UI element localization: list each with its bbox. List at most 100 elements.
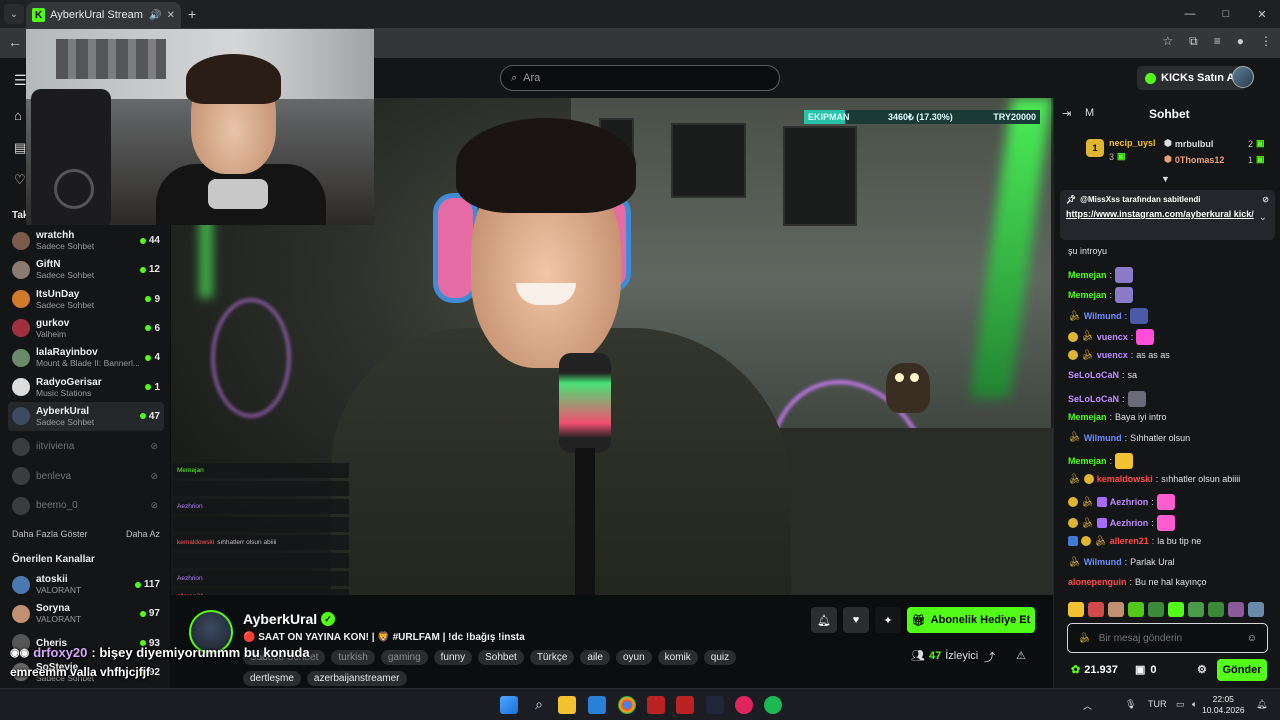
sidebar-channel[interactable]: GiftN Sadece Sohbet 12 bbox=[8, 255, 164, 284]
profile-icon[interactable]: ● bbox=[1237, 34, 1244, 49]
sidebar-channel[interactable]: ItsUnDay Sadece Sohbet 9 bbox=[8, 285, 164, 314]
tag-chip[interactable]: quiz bbox=[703, 650, 737, 665]
search-box[interactable]: ⌕ Ara bbox=[500, 65, 780, 91]
show-more-link[interactable]: Daha Fazla Göster bbox=[12, 529, 88, 539]
chat-username[interactable]: Wilmund bbox=[1084, 311, 1122, 321]
audio-icon[interactable]: 🔊 bbox=[149, 10, 161, 21]
menu-icon[interactable]: ☰ bbox=[14, 72, 27, 89]
chrome-icon[interactable] bbox=[618, 696, 636, 714]
following-heart-icon[interactable]: ♡ bbox=[14, 172, 26, 188]
chat-username[interactable]: Aezhrion bbox=[1110, 518, 1149, 528]
show-less-link[interactable]: Daha Az bbox=[126, 529, 160, 539]
tag-chip[interactable]: turkish bbox=[331, 650, 375, 665]
app-icon[interactable] bbox=[647, 696, 665, 714]
report-icon[interactable]: ⚠ bbox=[1016, 649, 1026, 662]
chat-username[interactable]: SeLoLoCaN bbox=[1068, 394, 1119, 404]
chat-username[interactable]: vuencx bbox=[1097, 332, 1128, 342]
tag-chip[interactable]: azerbaijanstreamer bbox=[306, 671, 407, 686]
system-clock[interactable]: 22:05 10.04.2026 bbox=[1202, 694, 1245, 716]
close-window-button[interactable]: ✕ bbox=[1244, 0, 1280, 28]
volume-icon[interactable]: 🔈︎ bbox=[1192, 699, 1197, 710]
app-icon[interactable] bbox=[676, 696, 694, 714]
chat-input[interactable] bbox=[1098, 632, 1239, 644]
notifications-icon[interactable]: 🔔︎ bbox=[1256, 699, 1267, 710]
chat-username[interactable]: vuencx bbox=[1097, 350, 1128, 360]
browse-icon[interactable]: ▤ bbox=[14, 140, 26, 156]
tray-chevron-icon[interactable]: ︿ bbox=[1083, 699, 1092, 712]
sidebar-channel-offline[interactable]: beemo_0 ⊘ bbox=[8, 491, 164, 520]
windows-start-icon[interactable] bbox=[500, 696, 518, 714]
network-icon[interactable]: ▭ bbox=[1176, 699, 1185, 710]
chat-mode-letter[interactable]: M bbox=[1085, 107, 1094, 119]
emoji-icon[interactable]: ☺ bbox=[1247, 633, 1257, 644]
sidebar-channel-offline[interactable]: iitviviena ⊘ bbox=[8, 432, 164, 461]
sidebar-channel[interactable]: gurkov Valheim 6 bbox=[8, 314, 164, 343]
emote-icon[interactable] bbox=[1068, 602, 1084, 617]
follow-heart-button[interactable]: ♥ bbox=[843, 607, 869, 633]
tag-chip[interactable]: Sohbet bbox=[478, 650, 524, 665]
photos-icon[interactable] bbox=[588, 696, 606, 714]
media-icon[interactable]: ≡ bbox=[1214, 34, 1221, 49]
buy-kicks-button[interactable]: KICKs Satın Al bbox=[1137, 66, 1246, 90]
emote-icon[interactable] bbox=[1148, 602, 1164, 617]
chat-username[interactable]: SeLoLoCaN bbox=[1068, 370, 1119, 380]
tag-chip[interactable]: dertleşme bbox=[243, 671, 301, 686]
send-button[interactable]: Gönder bbox=[1217, 659, 1267, 681]
maximize-button[interactable]: □ bbox=[1208, 0, 1244, 28]
tag-chip[interactable]: oyun bbox=[615, 650, 652, 665]
streamer-name[interactable]: AyberkUral bbox=[243, 611, 317, 627]
back-arrow-icon[interactable]: ← bbox=[8, 34, 22, 50]
chat-username[interactable]: alonepenguin bbox=[1068, 577, 1127, 587]
recommended-channel[interactable]: atoskii VALORANT 117 bbox=[8, 570, 164, 599]
collapse-chat-icon[interactable]: ⇥ bbox=[1062, 107, 1071, 120]
sidebar-channel[interactable]: AyberkUral Sadece Sohbet 47 bbox=[8, 401, 164, 431]
sidebar-channel-offline[interactable]: benleva ⊘ bbox=[8, 462, 164, 491]
menu-dots-icon[interactable]: ⋮ bbox=[1260, 34, 1272, 49]
browser-tab[interactable]: K AyberkUral Stream - Watch 🔊 ✕ bbox=[26, 2, 181, 28]
extensions-icon[interactable]: ⧉ bbox=[1189, 34, 1198, 49]
emote-icon[interactable] bbox=[1168, 602, 1184, 617]
tag-chip[interactable]: aile bbox=[580, 650, 610, 665]
taskbar-search-icon[interactable]: ⌕ bbox=[530, 696, 548, 714]
tag-chip[interactable]: Türkçe bbox=[529, 650, 575, 665]
pinned-link[interactable]: https://www.instagram.com/ayberkural kic… bbox=[1066, 208, 1269, 220]
file-explorer-icon[interactable] bbox=[558, 696, 576, 714]
close-tab-icon[interactable]: ✕ bbox=[167, 10, 175, 21]
bookmark-star-icon[interactable]: ☆ bbox=[1162, 34, 1173, 49]
emote-icon[interactable] bbox=[1108, 602, 1124, 617]
gift-subscription-button[interactable]: 🎁︎ Abonelik Hediye Et bbox=[907, 607, 1035, 633]
mic-icon[interactable]: 🎙︎ bbox=[1125, 699, 1136, 710]
user-avatar[interactable] bbox=[1232, 66, 1254, 88]
sidebar-channel[interactable]: wratchh Sadece Sohbet 44 bbox=[8, 226, 164, 255]
chat-username[interactable]: kemaldowski bbox=[1097, 474, 1153, 484]
chat-username[interactable]: Memejan bbox=[1068, 412, 1107, 422]
leader-2[interactable]: ⬢ mrbulbul bbox=[1164, 138, 1213, 149]
chat-username[interactable]: Aezhrion bbox=[1110, 497, 1149, 507]
gifts-display[interactable]: ▣ 0 bbox=[1135, 663, 1157, 677]
emote-icon[interactable] bbox=[1248, 602, 1264, 617]
notification-bell-button[interactable]: 🔔︎ bbox=[811, 607, 837, 633]
chat-username[interactable]: Wilmund bbox=[1084, 433, 1122, 443]
minimize-button[interactable]: — bbox=[1172, 0, 1208, 28]
share-icon[interactable]: ⤴ bbox=[984, 649, 995, 665]
app-icon[interactable] bbox=[735, 696, 753, 714]
tag-chip[interactable]: funny bbox=[433, 650, 473, 665]
sidebar-channel[interactable]: lalaRayinbov Mount & Blade II: Bannerl...… bbox=[8, 343, 164, 372]
tag-chip[interactable]: komik bbox=[657, 650, 698, 665]
app-icon[interactable] bbox=[706, 696, 724, 714]
chat-username[interactable]: alleren21 bbox=[1110, 536, 1149, 546]
chat-username[interactable]: Memejan bbox=[1068, 290, 1107, 300]
home-icon[interactable]: ⌂ bbox=[14, 108, 22, 123]
chat-username[interactable]: Memejan bbox=[1068, 456, 1107, 466]
new-tab-button[interactable]: + bbox=[188, 6, 196, 22]
unpin-icon[interactable]: ⊘ bbox=[1262, 195, 1269, 204]
sidebar-channel[interactable]: RadyoGerisar Music Stations 1 bbox=[8, 373, 164, 402]
emote-icon[interactable] bbox=[1208, 602, 1224, 617]
emote-icon[interactable] bbox=[1128, 602, 1144, 617]
sparkle-button[interactable]: ✦ bbox=[875, 607, 901, 633]
tag-chip[interactable]: gaming bbox=[380, 650, 428, 665]
expand-pin-icon[interactable]: ⌄ bbox=[1259, 212, 1267, 223]
language-indicator[interactable]: TUR bbox=[1148, 699, 1167, 709]
leader-1[interactable]: necip_uysl bbox=[1109, 138, 1156, 148]
leader-3[interactable]: ⬢ 0Thomas12 bbox=[1164, 154, 1224, 165]
